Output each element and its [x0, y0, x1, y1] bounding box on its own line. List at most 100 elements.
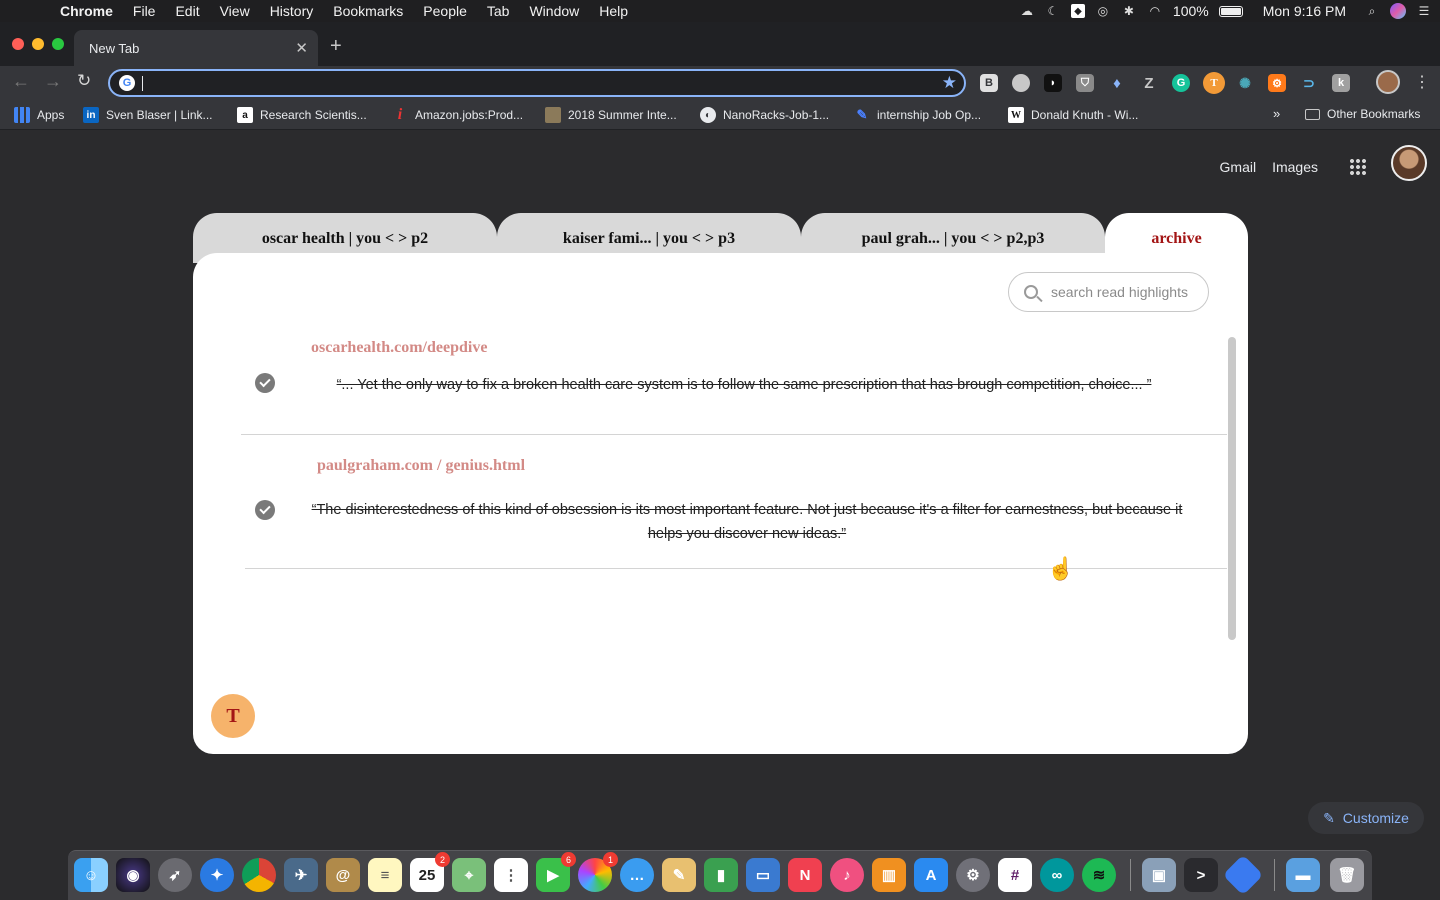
- highlight-source-link[interactable]: oscarhealth.com/deepdive: [311, 339, 487, 357]
- bookmark-donald-knuth[interactable]: W Donald Knuth - Wi...: [1008, 107, 1138, 123]
- news-icon[interactable]: N: [788, 858, 822, 892]
- extension-status-icon[interactable]: ◎: [1095, 4, 1111, 18]
- trash-icon[interactable]: 🗑: [1330, 858, 1364, 892]
- extension-k-icon[interactable]: k: [1332, 74, 1350, 92]
- highlight-source-link[interactable]: paulgraham.com / genius.html: [317, 457, 525, 475]
- safari-icon[interactable]: ✦: [200, 858, 234, 892]
- bluetooth-icon[interactable]: ✱: [1121, 4, 1137, 18]
- bookmark-star-icon[interactable]: ★: [942, 73, 957, 93]
- amazon-icon: a: [237, 107, 253, 123]
- photos-icon[interactable]: 1: [578, 852, 618, 892]
- extension-z-icon[interactable]: Z: [1140, 74, 1158, 92]
- new-tab-button[interactable]: +: [330, 35, 342, 58]
- facetime-icon[interactable]: ▶ 6: [536, 852, 576, 892]
- gmail-link[interactable]: Gmail: [1220, 159, 1257, 175]
- menu-view[interactable]: View: [210, 3, 260, 19]
- maps-icon[interactable]: ⌖: [452, 858, 486, 892]
- bookmark-internship-job[interactable]: ✎ internship Job Op...: [854, 107, 982, 123]
- siri-icon[interactable]: [1390, 3, 1406, 19]
- extension-atom-icon[interactable]: ✺: [1236, 74, 1254, 92]
- bookmark-apps[interactable]: Apps: [14, 107, 64, 123]
- night-shift-icon[interactable]: ☾: [1045, 4, 1061, 18]
- bookmark-research-scientist[interactable]: a Research Scientis...: [237, 107, 367, 123]
- address-bar[interactable]: G ★: [108, 69, 966, 97]
- books-icon[interactable]: ▥: [872, 858, 906, 892]
- messages-icon[interactable]: …: [620, 858, 654, 892]
- forward-arrow-icon[interactable]: →: [44, 71, 62, 92]
- extension-link-icon[interactable]: ⊃: [1300, 74, 1318, 92]
- siri-dock-icon[interactable]: ◉: [116, 858, 150, 892]
- menu-history[interactable]: History: [260, 3, 324, 19]
- arduino-icon[interactable]: ∞: [1040, 858, 1074, 892]
- minimize-window-button[interactable]: [32, 38, 44, 50]
- extension-t-icon[interactable]: T: [1203, 72, 1225, 94]
- jira-icon[interactable]: [1222, 854, 1264, 896]
- search-input[interactable]: [1051, 284, 1201, 300]
- clock[interactable]: Mon 9:16 PM: [1263, 3, 1346, 19]
- finder-icon[interactable]: ☺: [74, 858, 108, 892]
- extension-hubspot-icon[interactable]: ⚙: [1268, 74, 1286, 92]
- browser-tab-new-tab[interactable]: New Tab ✕: [74, 30, 318, 66]
- slack-icon[interactable]: #: [998, 858, 1032, 892]
- music-icon[interactable]: ♪: [830, 858, 864, 892]
- extension-circle-icon[interactable]: [1012, 74, 1030, 92]
- menu-help[interactable]: Help: [589, 3, 638, 19]
- menu-edit[interactable]: Edit: [165, 3, 209, 19]
- wifi-icon[interactable]: ◠: [1147, 4, 1163, 18]
- dropbox-icon[interactable]: ◆: [1070, 4, 1085, 18]
- bookmark-linkedin[interactable]: in Sven Blaser | Link...: [83, 107, 213, 123]
- zoom-window-button[interactable]: [52, 38, 64, 50]
- pages-icon[interactable]: ✎: [662, 858, 696, 892]
- user-initial-avatar[interactable]: T: [211, 694, 255, 738]
- app-store-icon[interactable]: A: [914, 858, 948, 892]
- preview-bird-icon[interactable]: ✈: [284, 858, 318, 892]
- highlights-search[interactable]: [1008, 272, 1209, 312]
- images-link[interactable]: Images: [1272, 159, 1318, 175]
- check-circle-icon[interactable]: [255, 373, 275, 393]
- extension-shield-icon[interactable]: ⛉: [1076, 74, 1094, 92]
- close-tab-icon[interactable]: ✕: [295, 39, 308, 57]
- notification-center-icon[interactable]: ☰: [1416, 4, 1432, 18]
- chrome-menu-icon[interactable]: ⋮: [1414, 72, 1430, 92]
- customize-button[interactable]: ✎ Customize: [1308, 802, 1424, 834]
- bookmark-nanoracks[interactable]: ◐ NanoRacks-Job-1...: [700, 107, 829, 123]
- chrome-icon[interactable]: [242, 858, 276, 892]
- other-bookmarks-folder[interactable]: Other Bookmarks: [1305, 107, 1420, 121]
- menu-file[interactable]: File: [123, 3, 166, 19]
- downloads-folder-icon[interactable]: ▬: [1286, 858, 1320, 892]
- menu-app-name[interactable]: Chrome: [50, 3, 123, 19]
- menu-bookmarks[interactable]: Bookmarks: [323, 3, 413, 19]
- grammarly-icon[interactable]: G: [1172, 74, 1190, 92]
- spotlight-search-icon[interactable]: ⌕: [1364, 4, 1380, 18]
- extension-reader-icon[interactable]: B: [980, 74, 998, 92]
- spotify-icon[interactable]: ≋: [1082, 858, 1116, 892]
- numbers-icon[interactable]: ▮: [704, 858, 738, 892]
- menu-people[interactable]: People: [413, 3, 477, 19]
- close-window-button[interactable]: [12, 38, 24, 50]
- bookmark-summer-internship[interactable]: 2018 Summer Inte...: [545, 107, 677, 123]
- reload-icon[interactable]: ↻: [77, 71, 91, 91]
- contacts-icon[interactable]: @: [326, 858, 360, 892]
- battery-icon[interactable]: [1218, 5, 1243, 17]
- creative-cloud-icon[interactable]: ☁: [1019, 4, 1035, 18]
- calendar-icon[interactable]: 25 2: [410, 852, 450, 892]
- google-apps-icon[interactable]: [1349, 158, 1367, 176]
- menu-window[interactable]: Window: [519, 3, 589, 19]
- keynote-icon[interactable]: ▭: [746, 858, 780, 892]
- more-bookmarks-chevron-icon[interactable]: »: [1273, 106, 1280, 121]
- notes-icon[interactable]: ≡: [368, 858, 402, 892]
- screenshot-app-icon[interactable]: ▣: [1142, 858, 1176, 892]
- menu-tab[interactable]: Tab: [477, 3, 520, 19]
- launchpad-icon[interactable]: ➶: [158, 858, 192, 892]
- account-avatar[interactable]: [1391, 145, 1427, 181]
- back-arrow-icon[interactable]: ←: [12, 71, 30, 92]
- reminders-icon[interactable]: ⋮: [494, 858, 528, 892]
- extension-diamond-icon[interactable]: ♦: [1108, 74, 1126, 92]
- profile-avatar-small[interactable]: [1376, 70, 1400, 94]
- system-preferences-icon[interactable]: ⚙: [956, 858, 990, 892]
- bookmark-amazon-jobs[interactable]: i Amazon.jobs:Prod...: [392, 106, 523, 123]
- check-circle-icon[interactable]: [255, 500, 275, 520]
- extension-mask-icon[interactable]: ◗: [1044, 74, 1062, 92]
- terminal-icon[interactable]: >: [1184, 858, 1218, 892]
- panel-scrollbar[interactable]: [1228, 337, 1236, 640]
